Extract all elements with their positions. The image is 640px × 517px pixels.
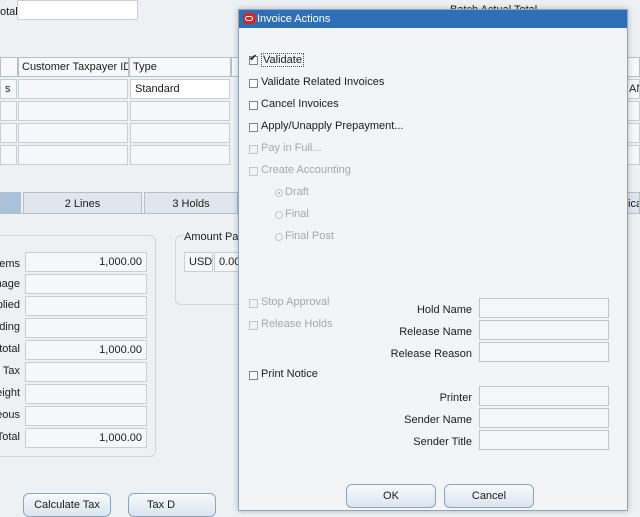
- cancel-invoices-label: Cancel Invoices: [261, 98, 339, 110]
- sender-title-field[interactable]: [479, 430, 609, 450]
- calculate-tax-button[interactable]: Calculate Tax: [23, 493, 111, 517]
- sender-title-label: Sender Title: [413, 436, 472, 448]
- stop-approval-label: Stop Approval: [261, 296, 330, 308]
- grid-cell[interactable]: [18, 145, 128, 165]
- validate-related-checkbox[interactable]: [249, 79, 258, 88]
- tab-right-cut[interactable]: ica: [627, 192, 640, 214]
- summary-label: eight: [0, 387, 20, 399]
- dialog-title: Invoice Actions: [257, 13, 331, 25]
- hold-name-label: Hold Name: [416, 304, 472, 316]
- validate-label: Validate: [261, 53, 304, 67]
- final-radio: [275, 211, 283, 219]
- validate-checkbox[interactable]: [249, 53, 258, 65]
- grid-cell[interactable]: [0, 123, 17, 143]
- draft-radio: [275, 189, 283, 197]
- release-name-label: Release Name: [399, 326, 472, 338]
- tab-lines[interactable]: 2 Lines: [23, 192, 142, 214]
- summary-value[interactable]: 1,000.00: [25, 340, 147, 360]
- ok-button[interactable]: OK: [346, 484, 436, 508]
- release-reason-field[interactable]: [479, 342, 609, 362]
- summary-value[interactable]: [25, 406, 147, 426]
- grid-cell[interactable]: s: [0, 79, 17, 99]
- summary-label: plied: [0, 299, 20, 311]
- tab-holds[interactable]: 3 Holds: [144, 192, 238, 214]
- summary-label: nage: [0, 278, 20, 290]
- grid-cell[interactable]: [130, 123, 230, 143]
- print-notice-checkbox[interactable]: [249, 371, 258, 380]
- summary-label: Tax: [2, 365, 20, 377]
- grid-header-type: Type: [129, 57, 231, 77]
- final-post-label: Final Post: [285, 230, 334, 242]
- cancel-invoices-checkbox[interactable]: [249, 101, 258, 110]
- summary-label: lding: [0, 321, 20, 333]
- print-notice-label: Print Notice: [261, 368, 318, 380]
- summary-value[interactable]: [25, 362, 147, 382]
- release-reason-label: Release Reason: [390, 348, 472, 360]
- summary-value[interactable]: 1,000.00: [25, 252, 147, 272]
- summary-label: eous: [0, 409, 20, 421]
- final-post-radio: [275, 233, 283, 241]
- release-holds-checkbox: [249, 321, 258, 330]
- draft-label: Draft: [285, 186, 309, 198]
- grid-header-customer-taxpayer-id: Customer Taxpayer ID: [18, 57, 129, 77]
- printer-field[interactable]: [479, 386, 609, 406]
- grid-cell[interactable]: [18, 123, 128, 143]
- grid-cell[interactable]: [130, 101, 230, 121]
- apply-prepayment-checkbox[interactable]: [249, 123, 258, 132]
- summary-value[interactable]: [25, 296, 147, 316]
- stop-approval-checkbox: [249, 299, 258, 308]
- sender-name-label: Sender Name: [404, 414, 472, 426]
- grid-cell[interactable]: [0, 101, 17, 121]
- final-label: Final: [285, 208, 309, 220]
- release-holds-label: Release Holds: [261, 318, 333, 330]
- hold-name-field[interactable]: [479, 298, 609, 318]
- invoice-actions-dialog: Invoice Actions Validate Validate Relate…: [238, 9, 628, 511]
- oracle-logo-icon: [243, 13, 255, 24]
- summary-value[interactable]: 1,000.00: [25, 428, 147, 448]
- release-name-field[interactable]: [479, 320, 609, 340]
- grid-cell-type[interactable]: Standard: [130, 79, 230, 99]
- pay-in-full-label: Pay in Full...: [261, 142, 322, 154]
- summary-label: total: [0, 343, 20, 355]
- cancel-button[interactable]: Cancel: [444, 484, 534, 508]
- tax-details-button[interactable]: Tax D: [128, 493, 216, 517]
- create-accounting-label: Create Accounting: [261, 164, 351, 176]
- printer-label: Printer: [439, 392, 472, 404]
- grid-cell[interactable]: [18, 101, 128, 121]
- grid-cell[interactable]: [130, 145, 230, 165]
- apply-prepayment-label: Apply/Unapply Prepayment...: [261, 120, 404, 132]
- summary-label: ems: [0, 258, 20, 270]
- grid-cell[interactable]: [0, 145, 17, 165]
- sender-name-field[interactable]: [479, 408, 609, 428]
- amount-currency-field[interactable]: USD: [184, 252, 213, 272]
- dialog-titlebar[interactable]: Invoice Actions: [239, 10, 627, 28]
- top-left-label: otal: [0, 6, 18, 18]
- pay-in-full-checkbox: [249, 145, 258, 154]
- summary-value[interactable]: [25, 318, 147, 338]
- amount-paid-label: Amount Pai: [184, 231, 243, 243]
- summary-label: Total: [0, 431, 20, 443]
- validate-related-label: Validate Related Invoices: [261, 76, 385, 88]
- amount-paid-field[interactable]: 0.00: [214, 252, 240, 272]
- grid-cell[interactable]: [18, 79, 128, 99]
- create-accounting-checkbox: [249, 167, 258, 176]
- tab-general[interactable]: [0, 192, 21, 214]
- summary-value[interactable]: [25, 384, 147, 404]
- summary-value[interactable]: [25, 274, 147, 294]
- top-field[interactable]: [17, 0, 138, 20]
- grid-header-cut: [0, 57, 18, 77]
